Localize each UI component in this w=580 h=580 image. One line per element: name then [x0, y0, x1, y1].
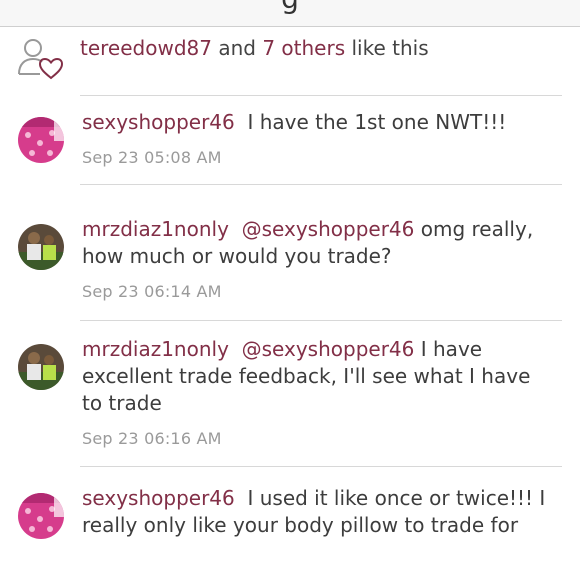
likes-suffix: like this [345, 36, 429, 60]
others-link[interactable]: 7 others [262, 36, 345, 60]
top-bar: g [0, 0, 580, 27]
comment-text: sexyshopper46 I have the 1st one NWT!!! [82, 109, 552, 136]
pink-item-avatar-icon [18, 117, 64, 163]
person-heart-icon [18, 39, 64, 80]
page-title: g [0, 0, 580, 15]
comment-text: sexyshopper46 I used it like once or twi… [82, 485, 552, 539]
avatar[interactable] [18, 493, 64, 539]
comment-mention[interactable]: @sexyshopper46 [242, 217, 415, 241]
comment-item: sexyshopper46 I used it like once or twi… [0, 467, 580, 580]
comment-item: sexyshopper46 I have the 1st one NWT!!! … [0, 96, 580, 184]
kids-photo-avatar-icon [18, 344, 64, 390]
likes-connector: and [211, 36, 263, 60]
comments-screen: g tereedowd87 and 7 others like this [0, 0, 580, 580]
comment-username[interactable]: sexyshopper46 [82, 110, 235, 134]
comment-text: mrzdiaz1nonly @sexyshopper46 I have exce… [82, 336, 552, 417]
comment-item: mrzdiaz1nonly @sexyshopper46 omg really,… [0, 185, 580, 319]
comment-body: I have the 1st one NWT!!! [247, 110, 507, 134]
comment-timestamp: Sep 23 06:16 AM [82, 429, 222, 448]
kids-photo-avatar-icon [18, 224, 64, 270]
comment-text: mrzdiaz1nonly @sexyshopper46 omg really,… [82, 216, 552, 270]
comment-timestamp: Sep 23 06:14 AM [82, 282, 222, 301]
comment-mention[interactable]: @sexyshopper46 [242, 337, 415, 361]
comment-username[interactable]: mrzdiaz1nonly [82, 337, 229, 361]
liker-username[interactable]: tereedowd87 [80, 36, 212, 60]
comment-username[interactable]: sexyshopper46 [82, 486, 235, 510]
avatar[interactable] [18, 344, 64, 390]
pink-item-avatar-icon [18, 493, 64, 539]
avatar[interactable] [18, 117, 64, 163]
avatar[interactable] [18, 224, 64, 270]
comment-item: mrzdiaz1nonly @sexyshopper46 I have exce… [0, 321, 580, 466]
likes-row[interactable]: tereedowd87 and 7 others like this [0, 27, 580, 95]
comment-timestamp: Sep 23 05:08 AM [82, 148, 222, 167]
comment-username[interactable]: mrzdiaz1nonly [82, 217, 229, 241]
likes-summary: tereedowd87 and 7 others like this [80, 36, 429, 60]
